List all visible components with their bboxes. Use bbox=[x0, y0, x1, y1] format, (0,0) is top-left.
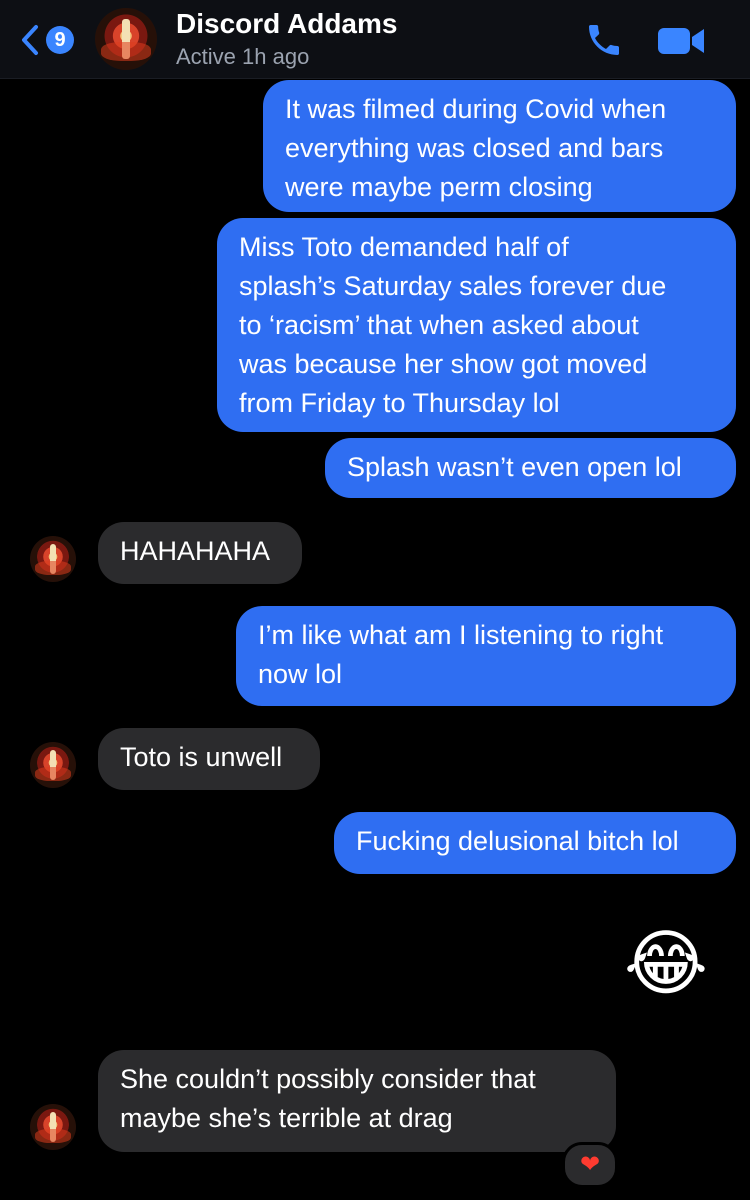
video-camera-icon bbox=[658, 28, 704, 54]
contact-avatar-small[interactable] bbox=[30, 1104, 76, 1150]
laughing-emoji-message[interactable]: 😂 bbox=[618, 924, 714, 1004]
unread-count-badge: 9 bbox=[46, 26, 74, 54]
received-message-bubble[interactable]: Toto is unwell bbox=[98, 728, 320, 790]
back-chevron-icon bbox=[22, 25, 38, 55]
received-message-bubble[interactable]: She couldn’t possibly consider that mayb… bbox=[98, 1050, 616, 1152]
heart-reaction[interactable]: ❤ bbox=[562, 1142, 618, 1188]
video-call-button[interactable] bbox=[656, 24, 706, 58]
contact-avatar-small[interactable] bbox=[30, 536, 76, 582]
contact-name[interactable]: Discord Addams bbox=[176, 8, 397, 40]
sent-message-bubble[interactable]: Miss Toto demanded half of splash’s Satu… bbox=[217, 218, 736, 432]
received-message-bubble[interactable]: HAHAHAHA bbox=[98, 522, 302, 584]
sent-message-bubble[interactable]: Splash wasn’t even open lol bbox=[325, 438, 736, 498]
audio-call-button[interactable] bbox=[584, 20, 624, 60]
sent-message-bubble[interactable]: I’m like what am I listening to right no… bbox=[236, 606, 736, 706]
sent-message-bubble[interactable]: It was filmed during Covid when everythi… bbox=[263, 80, 736, 212]
phone-icon bbox=[589, 25, 619, 55]
back-button[interactable]: 9 bbox=[20, 22, 80, 58]
conversation-header: 9 Discord Addams Active 1h ago bbox=[0, 0, 750, 79]
sent-message-bubble[interactable]: Fucking delusional bitch lol bbox=[334, 812, 736, 874]
contact-status: Active 1h ago bbox=[176, 44, 310, 69]
contact-avatar-small[interactable] bbox=[30, 742, 76, 788]
contact-avatar[interactable] bbox=[95, 8, 157, 70]
